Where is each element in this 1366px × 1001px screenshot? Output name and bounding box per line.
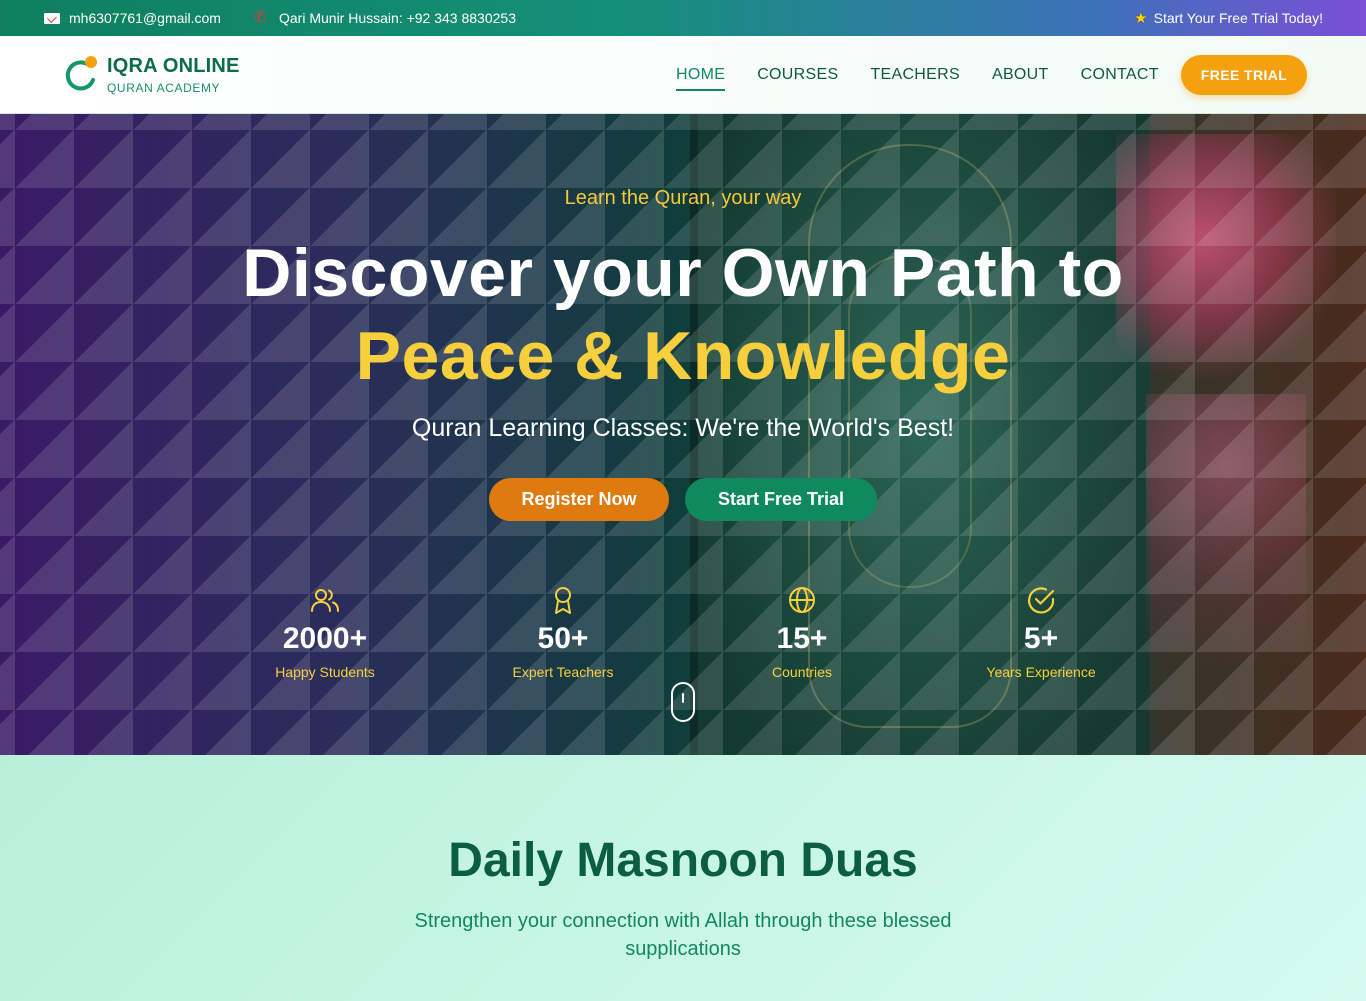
- hero-content: Learn the Quran, your way Discover your …: [0, 114, 1366, 755]
- register-now-button[interactable]: Register Now: [489, 478, 669, 521]
- hero-tagline: Learn the Quran, your way: [564, 187, 802, 209]
- scroll-down-indicator[interactable]: [671, 682, 695, 722]
- trial-promo-text: Start Your Free Trial Today!: [1153, 10, 1323, 26]
- stat-teachers: 50+ Expert Teachers: [463, 584, 663, 680]
- trial-promo[interactable]: ★ Start Your Free Trial Today!: [1134, 0, 1323, 36]
- nav-links: HOME COURSES TEACHERS ABOUT CONTACT: [660, 36, 1175, 114]
- mail-icon: [44, 12, 60, 24]
- check-circle-icon: [1028, 587, 1055, 614]
- nav-about[interactable]: ABOUT: [976, 66, 1065, 84]
- start-free-trial-button[interactable]: Start Free Trial: [685, 478, 877, 521]
- stat-countries: 15+ Countries: [702, 584, 902, 680]
- top-info-bar: mh6307761@gmail.com ✆ Qari Munir Hussain…: [0, 0, 1366, 36]
- brand-title: IQRA ONLINE: [107, 55, 240, 77]
- users-icon: [311, 589, 339, 612]
- nav-courses[interactable]: COURSES: [741, 66, 854, 84]
- stat-value: 15+: [776, 622, 828, 655]
- brand-logo[interactable]: IQRA ONLINE QURAN ACADEMY: [62, 50, 252, 100]
- stat-experience: 5+ Years Experience: [941, 584, 1141, 680]
- crescent-logo-icon: [65, 56, 97, 91]
- email-contact[interactable]: mh6307761@gmail.com: [44, 0, 221, 36]
- main-navbar: IQRA ONLINE QURAN ACADEMY HOME COURSES T…: [0, 36, 1366, 114]
- phone-icon: ✆: [254, 9, 267, 26]
- phone-text: Qari Munir Hussain: +92 343 8830253: [279, 10, 516, 26]
- duas-subtitle: Strengthen your connection with Allah th…: [414, 910, 952, 960]
- stat-label: Countries: [772, 664, 832, 680]
- stat-students: 2000+ Happy Students: [225, 584, 425, 680]
- stat-label: Expert Teachers: [512, 664, 614, 680]
- award-icon: [555, 587, 571, 614]
- hero-subheadline: Quran Learning Classes: We're the World'…: [411, 414, 955, 442]
- hero-headline-line1: Discover your Own Path to: [242, 235, 1124, 311]
- stat-value: 5+: [1023, 622, 1059, 655]
- email-text: mh6307761@gmail.com: [69, 10, 221, 26]
- duas-title: Daily Masnoon Duas: [448, 834, 918, 887]
- hero-headline-line2: Peace & Knowledge: [355, 318, 1011, 394]
- stat-value: 2000+: [282, 622, 368, 655]
- star-icon: ★: [1134, 10, 1148, 27]
- hero-section: Learn the Quran, your way Discover your …: [0, 114, 1366, 755]
- free-trial-button[interactable]: FREE TRIAL: [1181, 55, 1307, 95]
- nav-contact[interactable]: CONTACT: [1065, 66, 1175, 84]
- duas-section: Daily Masnoon Duas Strengthen your conne…: [0, 755, 1366, 1001]
- nav-teachers[interactable]: TEACHERS: [854, 66, 976, 84]
- globe-icon: [789, 587, 815, 613]
- stat-label: Happy Students: [275, 664, 375, 680]
- brand-subtitle: QURAN ACADEMY: [107, 81, 221, 95]
- nav-home[interactable]: HOME: [660, 66, 741, 91]
- stat-label: Years Experience: [986, 664, 1096, 680]
- stat-value: 50+: [537, 622, 589, 655]
- phone-contact[interactable]: ✆ Qari Munir Hussain: +92 343 8830253: [254, 0, 516, 36]
